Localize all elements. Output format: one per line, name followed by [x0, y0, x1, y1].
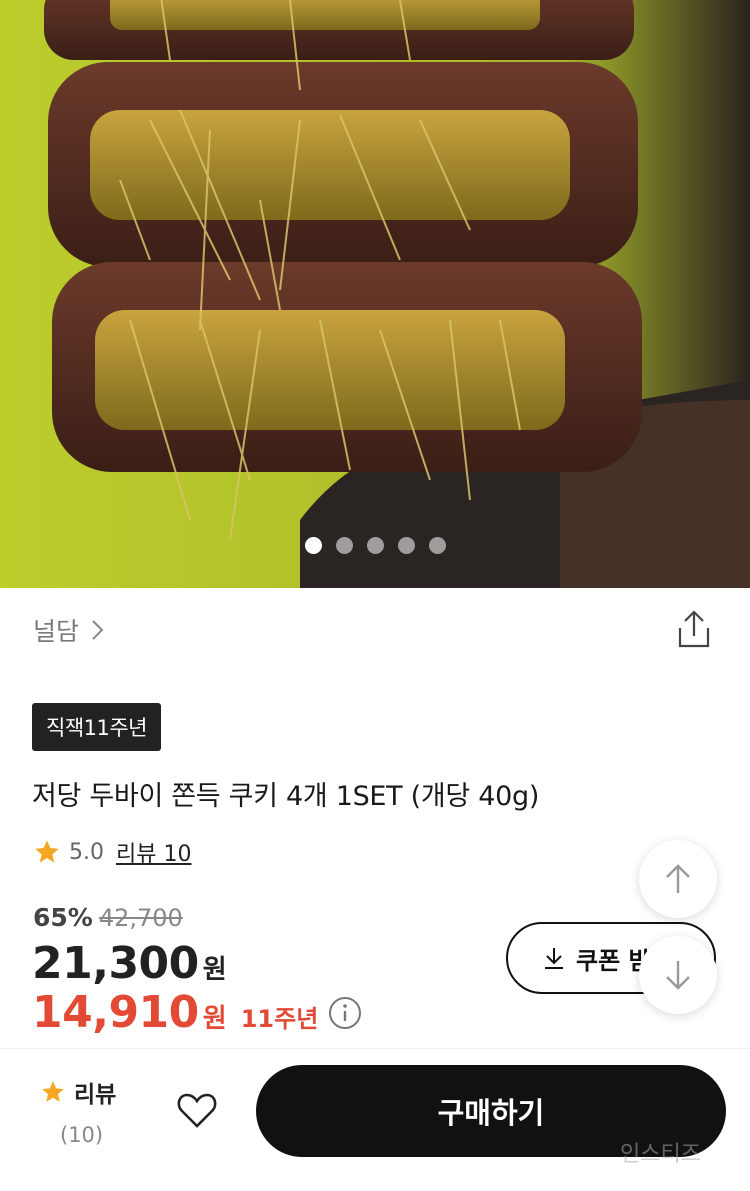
final-price: 14,910	[32, 987, 199, 1038]
carousel-dot[interactable]	[335, 537, 353, 554]
product-title: 저당 두바이 쫀득 쿠키 4개 1SET (개당 40g)	[32, 781, 540, 812]
watermark: 인스티즈	[620, 1142, 701, 1167]
carousel-dot[interactable]	[397, 537, 415, 554]
carousel-dot[interactable]	[428, 537, 446, 554]
currency-label: 원	[202, 955, 227, 985]
brand-link[interactable]: 널담	[33, 612, 105, 648]
final-currency-label: 원	[202, 1004, 227, 1034]
product-photo	[0, 0, 750, 588]
carousel-dot[interactable]	[304, 537, 322, 554]
download-icon	[545, 948, 563, 969]
promo-label: 11주년	[240, 1005, 319, 1033]
arrow-down-icon	[666, 961, 690, 990]
share-button[interactable]	[674, 608, 714, 652]
scroll-down-button[interactable]	[639, 936, 717, 1014]
brand-name: 널담	[33, 617, 80, 646]
product-image[interactable]	[0, 0, 750, 588]
carousel-dot[interactable]	[366, 537, 384, 554]
review-link[interactable]: 리뷰 10	[116, 836, 191, 868]
sale-price: 21,300	[32, 938, 199, 989]
promo-badge: 직잭11주년	[32, 703, 162, 751]
original-price: 42,700	[98, 904, 183, 932]
scroll-up-button[interactable]	[639, 840, 717, 918]
star-icon	[35, 840, 59, 863]
star-icon	[42, 1081, 64, 1102]
arrow-up-icon	[666, 864, 690, 893]
final-price-row: 14,910 원 11주년	[32, 987, 362, 1038]
price-row: 21,300 원	[32, 938, 227, 989]
discount-rate: 65%	[33, 903, 93, 932]
review-count: (10)	[60, 1123, 104, 1147]
share-icon	[678, 610, 710, 648]
discount-row: 65% 42,700	[33, 903, 183, 932]
rating-row: 5.0 리뷰 10	[33, 836, 191, 868]
carousel-indicator	[0, 537, 750, 554]
info-icon[interactable]	[328, 996, 362, 1030]
rating-score: 5.0	[69, 839, 104, 865]
wishlist-button[interactable]	[175, 1088, 219, 1132]
review-tab[interactable]: 리뷰 (10)	[40, 1075, 120, 1147]
heart-icon	[177, 1093, 217, 1128]
review-tab-label: 리뷰	[74, 1082, 117, 1108]
chevron-right-icon	[92, 620, 104, 640]
